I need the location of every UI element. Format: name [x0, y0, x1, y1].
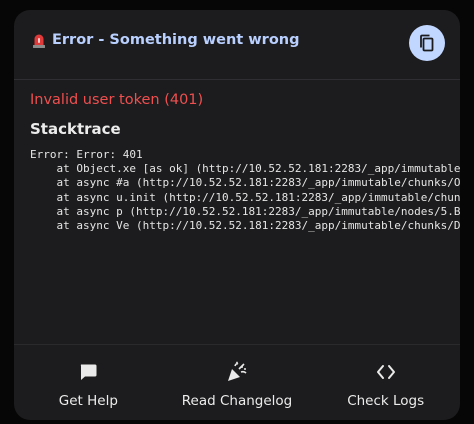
get-help-button[interactable]: Get Help	[14, 345, 163, 420]
stacktrace-line: at async p (http://10.52.52.181:2283/_ap…	[30, 204, 460, 218]
party-popper-icon	[226, 361, 248, 383]
stacktrace-line: at Object.xe [as ok] (http://10.52.52.18…	[30, 162, 460, 176]
read-changelog-label: Read Changelog	[181, 393, 293, 409]
check-logs-label: Check Logs	[347, 393, 425, 409]
stacktrace-line: at async u.init (http://10.52.52.181:228…	[30, 190, 460, 204]
error-message: Invalid user token (401)	[30, 92, 204, 108]
dialog-header: Error - Something went wrong	[14, 10, 460, 78]
stacktrace-line: at async #a (http://10.52.52.181:2283/_a…	[30, 176, 460, 190]
stacktrace-block: Error: Error: 401 at Object.xe [as ok] (…	[30, 148, 460, 233]
dialog-actions: Get Help Read Changelog Check Logs	[14, 345, 460, 420]
stacktrace-heading: Stacktrace	[30, 120, 121, 138]
copy-button[interactable]	[409, 25, 445, 61]
copy-icon	[420, 34, 434, 52]
stacktrace-line: Error: Error: 401	[30, 148, 143, 161]
siren-icon	[33, 34, 45, 48]
dialog-title-text: Error - Something went wrong	[52, 32, 300, 48]
message-icon	[77, 361, 99, 383]
read-changelog-button[interactable]: Read Changelog	[163, 345, 312, 420]
get-help-label: Get Help	[58, 393, 118, 409]
dialog-title: Error - Something went wrong	[32, 32, 300, 48]
header-divider	[14, 79, 460, 80]
code-icon	[375, 361, 397, 383]
stacktrace-line: at async Ve (http://10.52.52.181:2283/_a…	[30, 219, 460, 233]
error-dialog: Error - Something went wrong Invalid use…	[14, 10, 460, 420]
check-logs-button[interactable]: Check Logs	[311, 345, 460, 420]
